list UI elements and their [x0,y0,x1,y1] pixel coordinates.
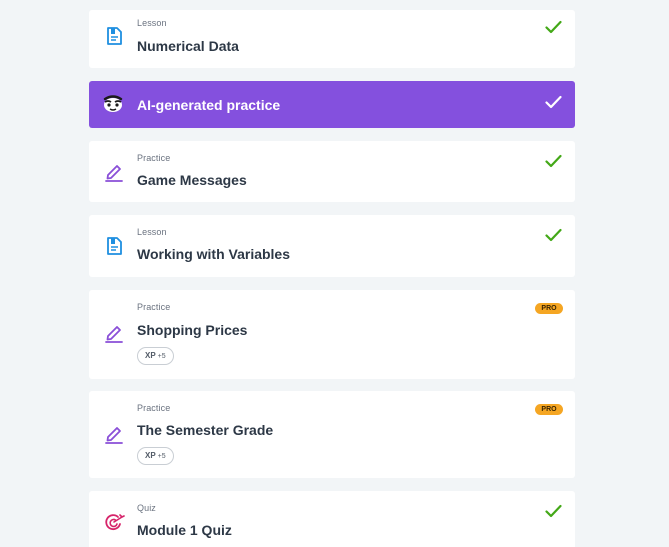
item-title: Shopping Prices [137,322,248,338]
xp-label: XP [145,451,156,460]
item-title: Numerical Data [137,38,239,54]
item-type-label: Practice [137,153,171,163]
completed-check-icon [545,228,562,242]
lesson-doc-icon [107,237,122,255]
completed-check-icon [545,154,562,168]
xp-label: XP [145,351,156,360]
practice-pencil-icon [105,165,123,182]
item-type-label: Practice [137,403,171,413]
item-title: Module 1 Quiz [137,522,232,538]
practice-pencil-icon [105,427,123,444]
item-title: Working with Variables [137,246,291,262]
item-type-label: Lesson [137,227,167,237]
item-type-label: Lesson [137,18,167,28]
completed-check-icon [545,504,562,518]
pro-badge: PRO [535,404,563,415]
item-title: The Semester Grade [137,422,274,438]
practice-pencil-icon [105,326,123,343]
xp-reward-badge: XP +5 [137,447,174,465]
item-title: Game Messages [137,172,247,188]
lesson-card-numerical-data[interactable]: Lesson Numerical Data [89,10,575,68]
practice-card-game-messages[interactable]: Practice Game Messages [89,141,575,202]
item-type-label: Practice [137,302,171,312]
lesson-doc-icon [107,27,122,45]
completed-check-icon [545,20,562,34]
pro-badge: PRO [535,303,563,314]
xp-value: +5 [157,353,166,360]
ai-robot-icon [103,95,123,112]
xp-reward-badge: XP +5 [137,347,174,365]
completed-check-icon [545,95,562,109]
ai-practice-title: AI-generated practice [137,97,281,113]
practice-card-semester-grade[interactable]: Practice The Semester Grade XP +5 PRO [89,391,575,478]
xp-value: +5 [157,453,166,460]
item-type-label: Quiz [137,503,156,513]
quiz-card-module-1[interactable]: Quiz Module 1 Quiz [89,491,575,547]
practice-card-shopping-prices[interactable]: Practice Shopping Prices XP +5 PRO [89,290,575,379]
lesson-card-working-with-variables[interactable]: Lesson Working with Variables [89,215,575,277]
ai-generated-practice-card[interactable]: AI-generated practice [89,81,575,128]
quiz-target-icon [105,514,125,531]
